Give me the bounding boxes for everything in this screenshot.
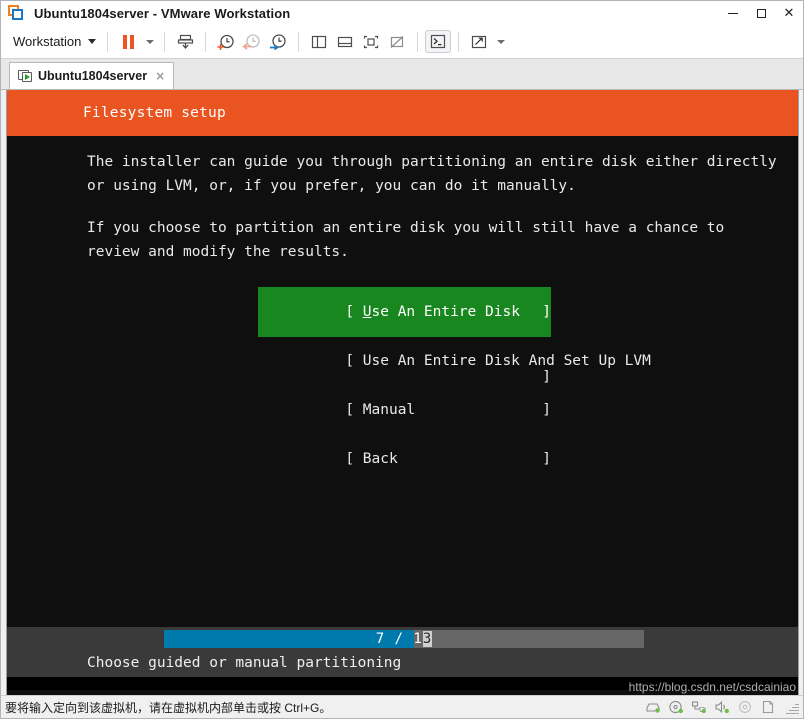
installer-title: Filesystem setup bbox=[83, 105, 226, 121]
install-progress-bar: 7 / 13 bbox=[164, 630, 644, 648]
close-button[interactable]: ✕ bbox=[775, 1, 803, 25]
snapshot-icon bbox=[177, 34, 194, 49]
pause-vm-button[interactable] bbox=[115, 30, 141, 54]
progress-text: 7 / 1 bbox=[375, 631, 423, 647]
maximize-button[interactable] bbox=[747, 1, 775, 25]
resize-grip[interactable] bbox=[786, 701, 799, 714]
install-progress-label: 7 / 13 bbox=[164, 630, 644, 648]
show-thumbnail-bar-button[interactable] bbox=[358, 30, 384, 54]
tab-close-icon[interactable]: × bbox=[153, 69, 167, 83]
vmware-workstation-window: Ubuntu1804server - VMware Workstation ✕ … bbox=[0, 0, 804, 719]
toolbar-separator bbox=[205, 31, 207, 52]
installer-paragraph-2: If you choose to partition an entire dis… bbox=[87, 219, 725, 261]
menu-item-label: Manual bbox=[362, 402, 416, 419]
expand-arrows-icon bbox=[472, 35, 487, 48]
toolbar-separator bbox=[417, 31, 419, 52]
status-bar: 要将输入定向到该虚拟机，请在虚拟机内部单击或按 Ctrl+G。 bbox=[1, 695, 803, 718]
tab-label: Ubuntu1804server bbox=[38, 69, 148, 83]
toolbar-separator bbox=[164, 31, 166, 52]
vm-tab-strip: Ubuntu1804server × bbox=[1, 59, 803, 90]
fullscreen-button[interactable] bbox=[466, 30, 492, 54]
vm-console-screen[interactable]: Filesystem setup The installer can guide… bbox=[6, 90, 799, 695]
menu-item-label: se An Entire Disk bbox=[371, 303, 520, 320]
usb-device-icon[interactable] bbox=[737, 699, 753, 715]
clock-plus-icon bbox=[217, 34, 235, 50]
menu-item-use-entire-disk-lvm[interactable]: [ Use An Entire Disk And Set Up LVM] bbox=[258, 337, 651, 386]
window-controls: ✕ bbox=[719, 1, 803, 25]
installer-footer: 7 / 13 Choose guided or manual partition… bbox=[7, 627, 798, 677]
hide-thumbnail-bar-button[interactable] bbox=[384, 30, 410, 54]
menu-accel-key: U bbox=[362, 303, 372, 320]
network-adapter-icon[interactable] bbox=[691, 699, 707, 715]
terminal-cursor: 3 bbox=[422, 631, 433, 647]
menu-item-use-entire-disk[interactable]: [ Use An Entire Disk] bbox=[258, 287, 551, 337]
window-title: Ubuntu1804server - VMware Workstation bbox=[34, 5, 291, 21]
installer-header: Filesystem setup bbox=[7, 90, 798, 136]
menu-item-back[interactable]: [ Back] bbox=[258, 435, 551, 484]
take-snapshot-button[interactable] bbox=[213, 30, 239, 54]
chevron-down-icon bbox=[146, 39, 155, 44]
close-icon: ✕ bbox=[783, 5, 795, 21]
show-console-view-button[interactable] bbox=[332, 30, 358, 54]
menu-item-label: Use An Entire Disk And Set Up LVM bbox=[362, 352, 651, 369]
toolbar-separator bbox=[298, 31, 300, 52]
vmware-logo-icon bbox=[7, 4, 25, 22]
thumbnail-bar-off-icon bbox=[391, 35, 404, 48]
chevron-down-icon bbox=[88, 39, 97, 44]
fullscreen-dropdown-button[interactable] bbox=[492, 30, 508, 54]
maximize-icon bbox=[756, 8, 766, 18]
revert-snapshot-button[interactable] bbox=[239, 30, 265, 54]
clock-back-icon bbox=[242, 33, 261, 50]
manage-snapshot-button[interactable] bbox=[172, 30, 198, 54]
installer-body: The installer can guide you through part… bbox=[7, 136, 798, 627]
tab-ubuntu1804server[interactable]: Ubuntu1804server × bbox=[9, 62, 175, 89]
title-bar: Ubuntu1804server - VMware Workstation ✕ bbox=[1, 1, 803, 25]
power-dropdown-button[interactable] bbox=[141, 30, 157, 54]
panel-left-icon bbox=[312, 35, 327, 48]
hard-disk-icon[interactable] bbox=[645, 699, 661, 715]
menu-item-manual[interactable]: [ Manual] bbox=[258, 386, 551, 435]
installer-footer-hint: Choose guided or manual partitioning bbox=[87, 655, 402, 671]
sound-card-icon[interactable] bbox=[714, 699, 730, 715]
watermark-text: https://blog.csdn.net/csdcainiao bbox=[628, 680, 796, 694]
toolbar-separator bbox=[458, 31, 460, 52]
status-message: 要将输入定向到该虚拟机，请在虚拟机内部单击或按 Ctrl+G。 bbox=[5, 700, 332, 715]
workstation-menu-label: Workstation bbox=[13, 34, 82, 49]
workstation-menu-button[interactable]: Workstation bbox=[9, 31, 100, 52]
clock-wrench-icon bbox=[270, 33, 287, 50]
chevron-down-icon bbox=[497, 39, 506, 44]
vm-running-icon bbox=[18, 69, 32, 83]
screen-bottom-strip: https://blog.csdn.net/csdcainiao bbox=[7, 677, 798, 694]
cd-dvd-icon[interactable] bbox=[668, 699, 684, 715]
status-device-icons bbox=[645, 696, 799, 718]
terminal-prompt-icon bbox=[431, 34, 446, 49]
partitioning-options-menu: [ Use An Entire Disk] [ Use An Entire Di… bbox=[7, 287, 798, 484]
snapshot-manager-button[interactable] bbox=[265, 30, 291, 54]
console-terminal-button[interactable] bbox=[425, 30, 452, 53]
menu-item-label: Back bbox=[362, 451, 398, 468]
minimize-button[interactable] bbox=[719, 1, 747, 25]
show-sidebar-button[interactable] bbox=[306, 30, 332, 54]
toolbar-separator bbox=[107, 31, 109, 52]
toolbar: Workstation bbox=[1, 25, 803, 59]
minimize-icon bbox=[728, 12, 738, 14]
printer-icon[interactable] bbox=[760, 699, 776, 715]
thumbnail-bar-icon bbox=[364, 35, 379, 48]
panel-bottom-icon bbox=[338, 36, 353, 47]
installer-paragraph-1: The installer can guide you through part… bbox=[87, 154, 777, 195]
pause-icon bbox=[122, 34, 134, 49]
